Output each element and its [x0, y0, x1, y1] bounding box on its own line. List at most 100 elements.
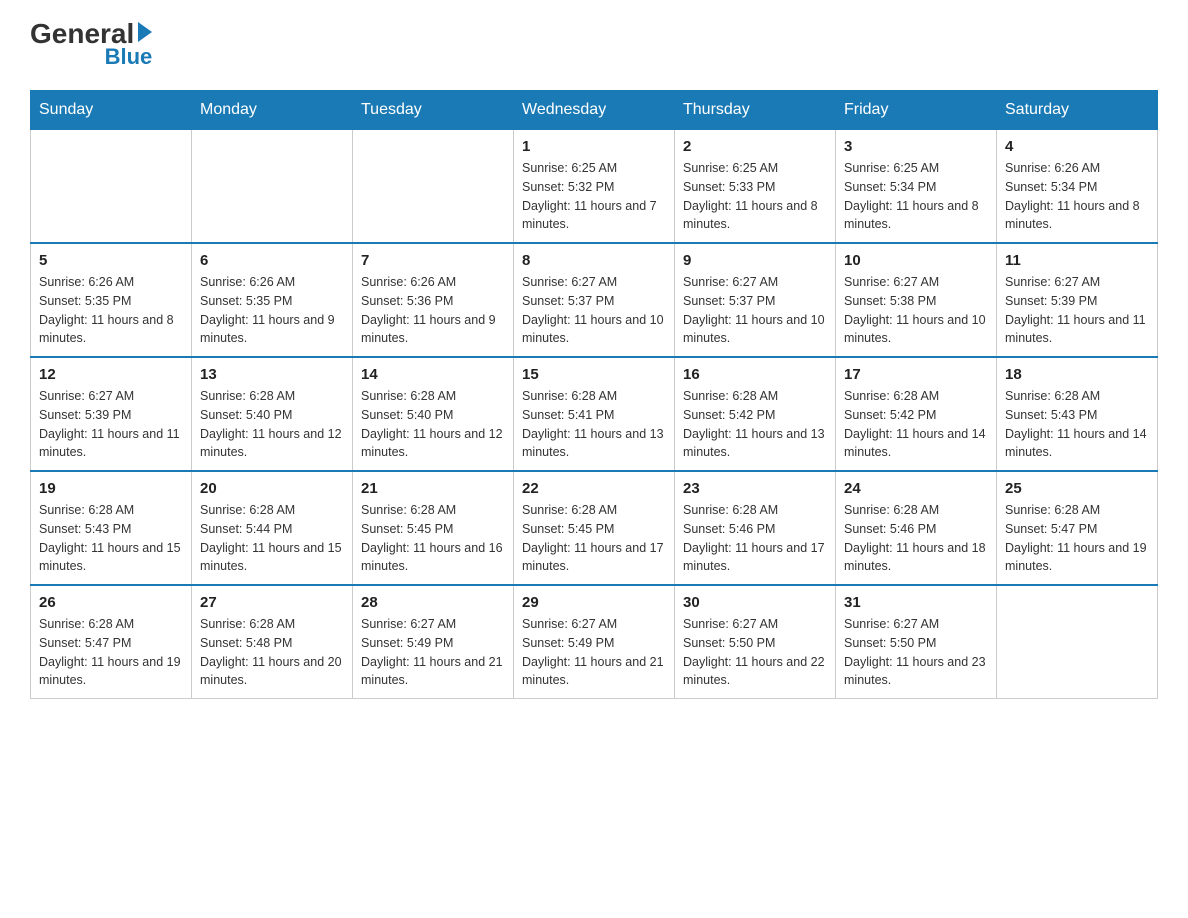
day-number: 16 — [683, 366, 827, 383]
day-info: Sunrise: 6:27 AMSunset: 5:37 PMDaylight:… — [522, 273, 666, 348]
column-header-tuesday: Tuesday — [353, 91, 514, 130]
day-info: Sunrise: 6:28 AMSunset: 5:40 PMDaylight:… — [361, 387, 505, 462]
calendar-cell: 27 Sunrise: 6:28 AMSunset: 5:48 PMDayligh… — [192, 585, 353, 699]
day-number: 5 — [39, 252, 183, 269]
day-info: Sunrise: 6:28 AMSunset: 5:47 PMDaylight:… — [39, 615, 183, 690]
calendar-cell: 23 Sunrise: 6:28 AMSunset: 5:46 PMDayligh… — [675, 471, 836, 585]
day-number: 19 — [39, 480, 183, 497]
calendar-cell — [353, 130, 514, 244]
day-info: Sunrise: 6:27 AMSunset: 5:50 PMDaylight:… — [683, 615, 827, 690]
calendar-week-row: 26 Sunrise: 6:28 AMSunset: 5:47 PMDayligh… — [31, 585, 1158, 699]
calendar-cell: 30Sunrise: 6:27 AMSunset: 5:50 PMDayligh… — [675, 585, 836, 699]
day-info: Sunrise: 6:27 AMSunset: 5:49 PMDaylight:… — [361, 615, 505, 690]
day-number: 27 — [200, 594, 344, 611]
day-number: 4 — [1005, 138, 1149, 155]
calendar-cell — [31, 130, 192, 244]
calendar-cell: 14Sunrise: 6:28 AMSunset: 5:40 PMDayligh… — [353, 357, 514, 471]
calendar-week-row: 12Sunrise: 6:27 AMSunset: 5:39 PMDayligh… — [31, 357, 1158, 471]
page-header: General Blue — [30, 20, 1158, 70]
day-number: 13 — [200, 366, 344, 383]
day-info: Sunrise: 6:25 AMSunset: 5:34 PMDaylight:… — [844, 159, 988, 234]
calendar-cell: 12Sunrise: 6:27 AMSunset: 5:39 PMDayligh… — [31, 357, 192, 471]
day-info: Sunrise: 6:28 AMSunset: 5:46 PMDaylight:… — [683, 501, 827, 576]
calendar-table: SundayMondayTuesdayWednesdayThursdayFrid… — [30, 90, 1158, 699]
calendar-header-row: SundayMondayTuesdayWednesdayThursdayFrid… — [31, 91, 1158, 130]
calendar-cell: 26 Sunrise: 6:28 AMSunset: 5:47 PMDayligh… — [31, 585, 192, 699]
calendar-cell: 29Sunrise: 6:27 AMSunset: 5:49 PMDayligh… — [514, 585, 675, 699]
calendar-cell: 6Sunrise: 6:26 AMSunset: 5:35 PMDaylight… — [192, 243, 353, 357]
day-info: Sunrise: 6:28 AMSunset: 5:48 PMDaylight:… — [200, 615, 344, 690]
day-number: 1 — [522, 138, 666, 155]
day-info: Sunrise: 6:28 AMSunset: 5:40 PMDaylight:… — [200, 387, 344, 462]
day-number: 11 — [1005, 252, 1149, 269]
day-info: Sunrise: 6:27 AMSunset: 5:50 PMDaylight:… — [844, 615, 988, 690]
calendar-cell: 11 Sunrise: 6:27 AMSunset: 5:39 PMDayligh… — [997, 243, 1158, 357]
column-header-sunday: Sunday — [31, 91, 192, 130]
calendar-cell: 8 Sunrise: 6:27 AMSunset: 5:37 PMDaylight… — [514, 243, 675, 357]
day-number: 17 — [844, 366, 988, 383]
calendar-cell: 16 Sunrise: 6:28 AMSunset: 5:42 PMDayligh… — [675, 357, 836, 471]
day-number: 3 — [844, 138, 988, 155]
calendar-cell: 10 Sunrise: 6:27 AMSunset: 5:38 PMDayligh… — [836, 243, 997, 357]
column-header-wednesday: Wednesday — [514, 91, 675, 130]
calendar-cell — [997, 585, 1158, 699]
day-info: Sunrise: 6:26 AMSunset: 5:36 PMDaylight:… — [361, 273, 505, 348]
day-info: Sunrise: 6:26 AMSunset: 5:34 PMDaylight:… — [1005, 159, 1149, 234]
logo-text-blue: Blue — [30, 44, 152, 70]
calendar-cell: 17Sunrise: 6:28 AMSunset: 5:42 PMDayligh… — [836, 357, 997, 471]
day-info: Sunrise: 6:27 AMSunset: 5:37 PMDaylight:… — [683, 273, 827, 348]
day-info: Sunrise: 6:27 AMSunset: 5:38 PMDaylight:… — [844, 273, 988, 348]
calendar-cell: 5Sunrise: 6:26 AMSunset: 5:35 PMDaylight… — [31, 243, 192, 357]
day-number: 2 — [683, 138, 827, 155]
calendar-cell: 21 Sunrise: 6:28 AMSunset: 5:45 PMDayligh… — [353, 471, 514, 585]
logo: General Blue — [30, 20, 152, 70]
day-number: 29 — [522, 594, 666, 611]
day-info: Sunrise: 6:28 AMSunset: 5:43 PMDaylight:… — [1005, 387, 1149, 462]
calendar-week-row: 19 Sunrise: 6:28 AMSunset: 5:43 PMDayligh… — [31, 471, 1158, 585]
calendar-cell: 1 Sunrise: 6:25 AMSunset: 5:32 PMDaylight… — [514, 130, 675, 244]
column-header-monday: Monday — [192, 91, 353, 130]
calendar-cell: 15 Sunrise: 6:28 AMSunset: 5:41 PMDayligh… — [514, 357, 675, 471]
column-header-thursday: Thursday — [675, 91, 836, 130]
calendar-cell: 4 Sunrise: 6:26 AMSunset: 5:34 PMDaylight… — [997, 130, 1158, 244]
day-info: Sunrise: 6:28 AMSunset: 5:42 PMDaylight:… — [683, 387, 827, 462]
day-number: 18 — [1005, 366, 1149, 383]
calendar-cell: 9 Sunrise: 6:27 AMSunset: 5:37 PMDaylight… — [675, 243, 836, 357]
day-number: 8 — [522, 252, 666, 269]
calendar-week-row: 1 Sunrise: 6:25 AMSunset: 5:32 PMDaylight… — [31, 130, 1158, 244]
calendar-cell: 24 Sunrise: 6:28 AMSunset: 5:46 PMDayligh… — [836, 471, 997, 585]
day-info: Sunrise: 6:28 AMSunset: 5:45 PMDaylight:… — [522, 501, 666, 576]
calendar-cell — [192, 130, 353, 244]
day-number: 24 — [844, 480, 988, 497]
day-info: Sunrise: 6:28 AMSunset: 5:41 PMDaylight:… — [522, 387, 666, 462]
column-header-friday: Friday — [836, 91, 997, 130]
day-number: 10 — [844, 252, 988, 269]
day-info: Sunrise: 6:25 AMSunset: 5:32 PMDaylight:… — [522, 159, 666, 234]
day-number: 25 — [1005, 480, 1149, 497]
day-number: 28 — [361, 594, 505, 611]
day-number: 22 — [522, 480, 666, 497]
day-number: 9 — [683, 252, 827, 269]
logo-arrow-icon — [138, 22, 152, 42]
day-number: 23 — [683, 480, 827, 497]
day-number: 7 — [361, 252, 505, 269]
day-number: 21 — [361, 480, 505, 497]
day-info: Sunrise: 6:28 AMSunset: 5:43 PMDaylight:… — [39, 501, 183, 576]
calendar-cell: 13 Sunrise: 6:28 AMSunset: 5:40 PMDayligh… — [192, 357, 353, 471]
day-number: 15 — [522, 366, 666, 383]
day-info: Sunrise: 6:27 AMSunset: 5:39 PMDaylight:… — [1005, 273, 1149, 348]
calendar-cell: 2Sunrise: 6:25 AMSunset: 5:33 PMDaylight… — [675, 130, 836, 244]
day-number: 26 — [39, 594, 183, 611]
calendar-cell: 3 Sunrise: 6:25 AMSunset: 5:34 PMDaylight… — [836, 130, 997, 244]
calendar-cell: 19 Sunrise: 6:28 AMSunset: 5:43 PMDayligh… — [31, 471, 192, 585]
calendar-cell: 22 Sunrise: 6:28 AMSunset: 5:45 PMDayligh… — [514, 471, 675, 585]
day-info: Sunrise: 6:28 AMSunset: 5:44 PMDaylight:… — [200, 501, 344, 576]
day-number: 31 — [844, 594, 988, 611]
calendar-cell: 28 Sunrise: 6:27 AMSunset: 5:49 PMDayligh… — [353, 585, 514, 699]
day-info: Sunrise: 6:28 AMSunset: 5:45 PMDaylight:… — [361, 501, 505, 576]
day-info: Sunrise: 6:28 AMSunset: 5:46 PMDaylight:… — [844, 501, 988, 576]
column-header-saturday: Saturday — [997, 91, 1158, 130]
day-number: 20 — [200, 480, 344, 497]
day-number: 6 — [200, 252, 344, 269]
calendar-week-row: 5Sunrise: 6:26 AMSunset: 5:35 PMDaylight… — [31, 243, 1158, 357]
